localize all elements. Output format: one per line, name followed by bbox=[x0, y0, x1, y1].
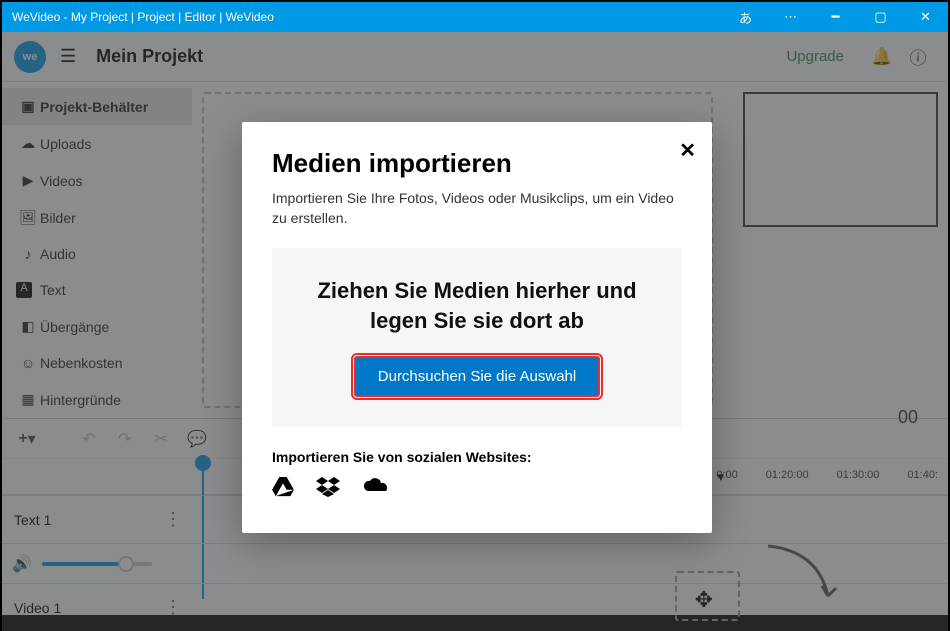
dropbox-icon[interactable] bbox=[316, 477, 340, 503]
window-title: WeVideo - My Project | Project | Editor … bbox=[2, 10, 723, 24]
window-titlebar: WeVideo - My Project | Project | Editor … bbox=[2, 2, 948, 32]
modal-close-button[interactable]: ✕ bbox=[679, 138, 696, 163]
titlebar-more-icon[interactable]: ⋯ bbox=[768, 2, 813, 32]
modal-description: Importieren Sie Ihre Fotos, Videos oder … bbox=[272, 189, 682, 228]
browse-button[interactable]: Durchsuchen Sie die Auswahl bbox=[354, 356, 600, 397]
titlebar-lang[interactable]: あ bbox=[723, 2, 768, 32]
onedrive-icon[interactable] bbox=[362, 477, 388, 503]
dropzone-text: Ziehen Sie Medien hierher und legen Sie … bbox=[292, 276, 662, 335]
close-button[interactable]: ✕ bbox=[903, 2, 948, 32]
import-media-modal: ✕ Medien importieren Importieren Sie Ihr… bbox=[242, 122, 712, 533]
google-drive-icon[interactable] bbox=[272, 477, 294, 503]
modal-dropzone[interactable]: Ziehen Sie Medien hierher und legen Sie … bbox=[272, 248, 682, 426]
social-import-label: Importieren Sie von sozialen Websites: bbox=[272, 449, 682, 465]
maximize-button[interactable]: ▢ bbox=[858, 2, 903, 32]
minimize-button[interactable]: ━ bbox=[813, 2, 858, 32]
modal-title: Medien importieren bbox=[272, 148, 682, 179]
